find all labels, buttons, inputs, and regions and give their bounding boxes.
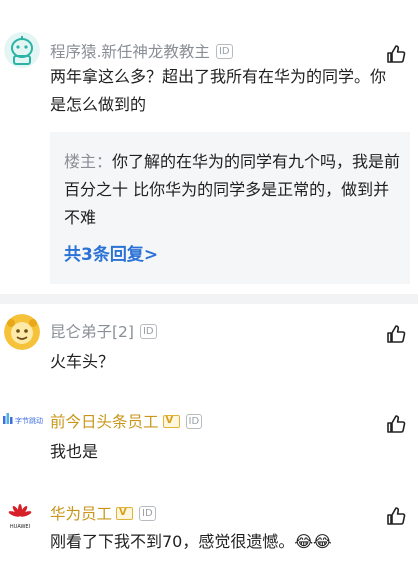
divider	[0, 294, 418, 304]
name-row: 华为员工 ID	[50, 502, 156, 524]
id-badge-icon: ID	[139, 505, 156, 521]
reply-box[interactable]: 楼主：你了解的在华为的同学有九个吗，我是前百分之十 比你华为的同学多是正常的，做…	[50, 132, 410, 284]
cartoon-avatar-icon	[4, 314, 40, 350]
huawei-logo-text: HUAWEI	[10, 524, 30, 530]
thumbs-up-icon[interactable]	[386, 324, 406, 344]
comment-item: 昆仑弟子[2] ID 火车头？	[0, 304, 418, 394]
thumbs-up-icon[interactable]	[386, 414, 406, 434]
robot-avatar-icon	[4, 32, 40, 68]
name-row: 昆仑弟子[2] ID	[50, 320, 157, 342]
username[interactable]: 前今日头条员工	[50, 410, 159, 432]
thumbs-up-icon[interactable]	[386, 44, 406, 64]
comment-text: 火车头？	[50, 352, 115, 371]
id-badge-icon: ID	[185, 413, 203, 429]
bytedance-logo-icon: 字节跳动	[3, 413, 43, 425]
avatar[interactable]	[4, 314, 40, 350]
comment-text: 刚看了下我不到70，感觉很遗憾。😂😂	[50, 532, 332, 551]
username[interactable]: 华为员工	[50, 502, 112, 524]
verified-badge-icon	[162, 414, 180, 428]
reply-author[interactable]: 楼主：	[64, 152, 112, 171]
comment-text: 我也是	[50, 442, 99, 461]
username[interactable]: 昆仑弟子[2]	[50, 320, 134, 342]
avatar[interactable]: 字节跳动	[2, 408, 46, 428]
verified-badge-icon	[116, 506, 134, 520]
name-row: 程序猿.新任神龙教教主 ID	[50, 40, 233, 62]
avatar[interactable]: HUAWEI	[6, 502, 34, 530]
username[interactable]: 程序猿.新任神龙教教主	[50, 40, 210, 62]
comment-item: HUAWEI 华为员工 ID 刚看了下我不到70，感觉很遗憾。😂😂	[0, 486, 418, 573]
thumbs-up-icon[interactable]	[386, 506, 406, 526]
reply-text: 楼主：你了解的在华为的同学有九个吗，我是前百分之十 比你华为的同学多是正常的，做…	[64, 148, 404, 232]
id-badge-icon: ID	[139, 323, 157, 339]
name-row: 前今日头条员工 ID	[50, 410, 203, 432]
comment-item: 程序猿.新任神龙教教主 ID 两年拿这么多？超出了我所有在华为的同学。你是怎么做…	[0, 0, 418, 300]
huawei-logo-icon: HUAWEI	[8, 504, 32, 530]
comment-item: 字节跳动 前今日头条员工 ID 我也是	[0, 394, 418, 486]
view-replies-link[interactable]: 共3条回复>	[64, 240, 158, 265]
bytedance-logo-text: 字节跳动	[15, 416, 43, 425]
id-badge-icon: ID	[215, 43, 233, 59]
avatar[interactable]	[4, 32, 40, 68]
reply-body: 你了解的在华为的同学有九个吗，我是前百分之十 比你华为的同学多是正常的，做到并不…	[64, 152, 401, 227]
comment-text: 两年拿这么多？超出了我所有在华为的同学。你是怎么做到的	[50, 67, 387, 114]
